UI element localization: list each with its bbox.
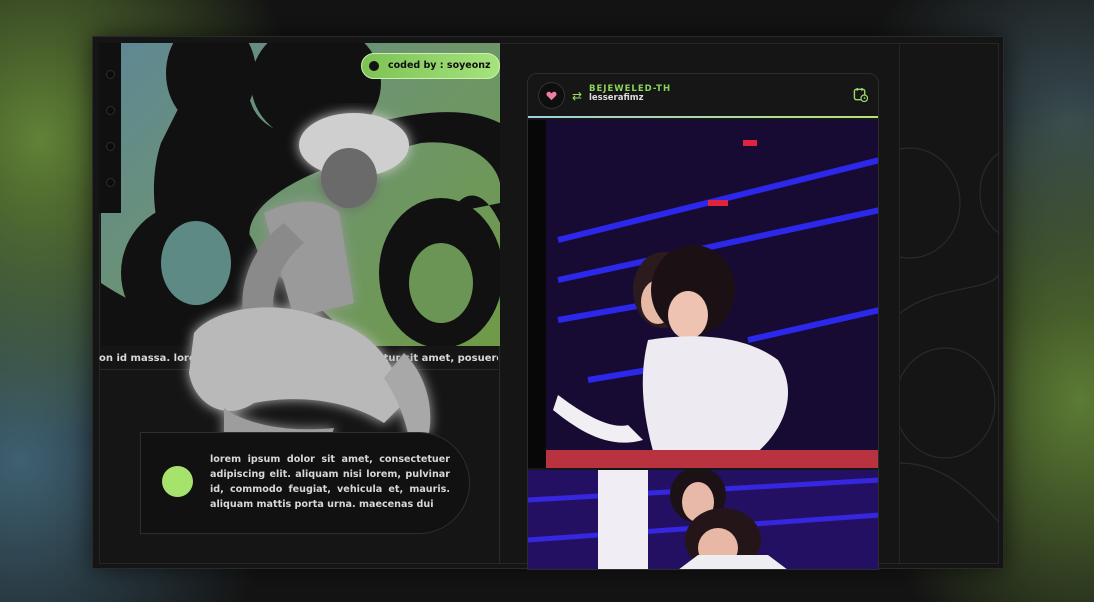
heart-icon: [546, 91, 557, 100]
left-panel: on id massa. lorem ipsum dolor sit amet,…: [99, 43, 500, 564]
credit-badge[interactable]: coded by : soyeonz: [361, 53, 500, 79]
reblog-icon[interactable]: ⇄: [572, 89, 582, 103]
calendar-clock-icon[interactable]: [853, 87, 868, 102]
text-card: lorem ipsum dolor sit amet, consectetuer…: [140, 432, 470, 534]
rail-dot[interactable]: [106, 178, 115, 187]
card-body: lorem ipsum dolor sit amet, consectetuer…: [210, 454, 450, 510]
rail-dot[interactable]: [106, 106, 115, 115]
app-frame: on id massa. lorem ipsum dolor sit amet,…: [92, 36, 1004, 570]
post-handle[interactable]: lesserafimz: [589, 94, 644, 103]
avatar[interactable]: [538, 82, 565, 109]
rail-dot[interactable]: [106, 70, 115, 79]
post-card: ⇄ BEJEWELED-TH lesserafimz: [527, 73, 879, 570]
post-photo[interactable]: [528, 470, 878, 569]
post-header: ⇄ BEJEWELED-TH lesserafimz: [528, 74, 878, 118]
side-rail: [99, 43, 121, 213]
green-dot-icon: [162, 466, 193, 497]
badge-dot-icon: [369, 61, 379, 71]
model-cutout-image: [189, 113, 431, 443]
post-photo[interactable]: [528, 120, 878, 468]
rail-dot[interactable]: [106, 142, 115, 151]
right-decor: [899, 43, 999, 564]
